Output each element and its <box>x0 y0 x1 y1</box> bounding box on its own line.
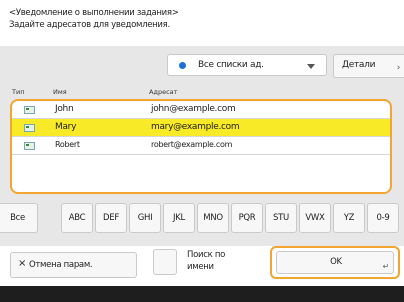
email-address-icon <box>24 106 35 114</box>
index-def-button[interactable]: DEF <box>95 203 127 233</box>
row-name: Mary <box>55 122 77 132</box>
index-0-9-button[interactable]: 0-9 <box>367 203 399 233</box>
table-row[interactable]: Mary mary@example.com <box>12 119 390 137</box>
index-abc-button[interactable]: ABC <box>61 203 93 233</box>
row-address: mary@example.com <box>151 122 240 132</box>
index-stu-button[interactable]: STU <box>265 203 297 233</box>
row-address: robert@example.com <box>151 140 233 149</box>
column-header-address: Адресат <box>149 88 178 96</box>
dialog-title: <Уведомление о выполнении задания> <box>9 8 179 18</box>
ok-button[interactable]: OK ↵ <box>276 251 394 274</box>
search-by-name-checkbox[interactable] <box>153 249 177 275</box>
index-all-button[interactable]: Все <box>0 203 38 233</box>
ok-label: OK <box>330 257 342 267</box>
dialog-header: <Уведомление о выполнении задания> Задай… <box>9 7 179 31</box>
row-name: John <box>55 104 74 114</box>
column-header-type: Тип <box>12 88 25 96</box>
address-table: Тип Имя Адресат John john@example.com Ma… <box>10 86 392 194</box>
address-list-icon <box>179 62 186 69</box>
address-list-selected: Все списки ад. <box>198 60 264 70</box>
search-by-name-toggle[interactable]: Поиск по имени <box>153 249 261 275</box>
dialog-instruction: Задайте адресатов для уведомления. <box>9 20 170 30</box>
address-list-dropdown[interactable]: Все списки ад. <box>167 54 327 76</box>
table-row[interactable]: Robert robert@example.com <box>12 137 390 155</box>
index-yz-button[interactable]: YZ <box>333 203 365 233</box>
index-mno-button[interactable]: MNO <box>197 203 229 233</box>
cancel-settings-label: Отмена парам. <box>29 260 93 270</box>
index-ghi-button[interactable]: GHI <box>129 203 161 233</box>
ok-button-focus: OK ↵ <box>270 246 400 279</box>
address-list: John john@example.com Mary mary@example.… <box>10 99 392 194</box>
alphabet-index: Все ABC DEF GHI JKL MNO PQR STU VWX YZ 0… <box>0 203 404 233</box>
email-address-icon <box>24 142 35 150</box>
table-row[interactable]: John john@example.com <box>12 101 390 119</box>
enter-icon: ↵ <box>382 262 390 271</box>
email-address-icon <box>24 124 35 132</box>
search-by-name-label: Поиск по имени <box>187 250 225 272</box>
details-label: Детали <box>342 60 376 70</box>
close-icon: × <box>18 258 27 269</box>
index-pqr-button[interactable]: PQR <box>231 203 263 233</box>
status-bar <box>0 286 404 302</box>
table-header: Тип Имя Адресат <box>10 86 392 98</box>
index-jkl-button[interactable]: JKL <box>163 203 195 233</box>
index-vwx-button[interactable]: VWX <box>299 203 331 233</box>
column-header-name: Имя <box>53 88 67 96</box>
chevron-right-icon: › <box>396 63 401 73</box>
chevron-down-icon <box>307 64 315 69</box>
cancel-settings-button[interactable]: × Отмена парам. <box>10 252 137 278</box>
row-address: john@example.com <box>151 104 236 114</box>
row-name: Robert <box>55 140 80 149</box>
details-button[interactable]: Детали › <box>333 54 404 78</box>
